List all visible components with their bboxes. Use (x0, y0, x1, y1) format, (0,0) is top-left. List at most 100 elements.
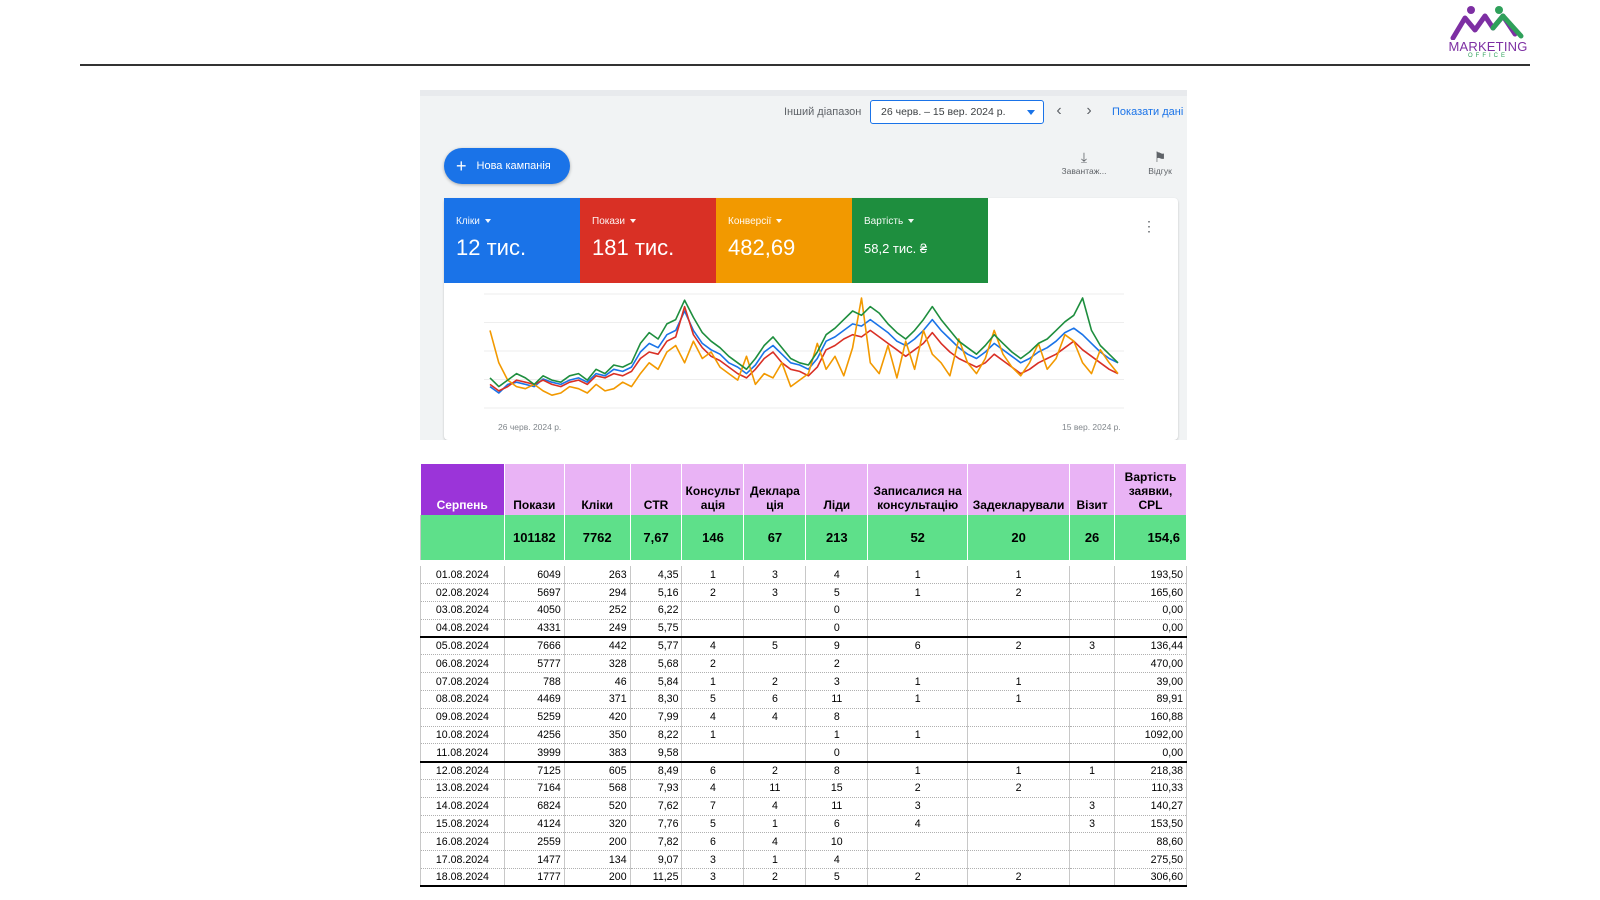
slide: MARKETING OFFICE Інший діапазон 26 черв.… (0, 0, 1600, 900)
totals-cell: 101182 (504, 515, 565, 561)
table-cell: 110,33 (1114, 779, 1187, 798)
table-row: 16.08.2024 2559 200 7,82 6 4 10 88,60 (420, 832, 1187, 852)
table-row: 08.08.2024 4469 371 8,30 5 6 11 1 1 89,91 (420, 690, 1187, 709)
table-cell: 5,75 (630, 619, 683, 638)
caret-down-icon (484, 219, 491, 224)
table-cell: 2 (681, 583, 745, 603)
col-header: Деклара ція (743, 464, 807, 515)
plus-icon: + (456, 156, 467, 176)
table-row: 11.08.2024 3999 383 9,58 0 0,00 (420, 743, 1187, 763)
table-cell (867, 743, 969, 763)
totals-cell: 7,67 (630, 515, 683, 561)
table-cell: 7 (681, 797, 745, 816)
new-campaign-label: Нова кампанія (476, 160, 551, 172)
table-cell: 165,60 (1114, 583, 1187, 603)
table-cell: 8 (805, 708, 869, 727)
table-cell: 1 (805, 726, 869, 745)
metric-clicks-value: 12 тис. (456, 235, 527, 260)
table-cell: 3 (867, 797, 969, 816)
download-button[interactable]: ⤓ Завантаж... (1056, 148, 1112, 176)
table-cell: 294 (564, 583, 631, 603)
table-cell: 350 (564, 726, 631, 745)
table-cell: 1 (867, 672, 969, 692)
table-cell: 8,49 (630, 760, 683, 781)
table-cell: 2559 (504, 832, 565, 852)
table-cell: 160,88 (1114, 708, 1187, 727)
table-row: 02.08.2024 5697 294 5,16 2 3 5 1 2 165,60 (420, 583, 1187, 603)
table-cell (1069, 726, 1116, 745)
table-cell: 8 (805, 760, 869, 781)
table-cell: 320 (564, 815, 631, 834)
table-cell (1069, 690, 1116, 709)
table-cell: 140,27 (1114, 797, 1187, 816)
table-row: 13.08.2024 7164 568 7,93 4 11 15 2 2 110,33 (420, 779, 1187, 798)
chevron-right-icon[interactable]: › (1080, 102, 1098, 120)
show-data-link[interactable]: Показати дані : (1112, 106, 1187, 118)
table-cell: 470,00 (1114, 654, 1187, 674)
month-header: Серпень (420, 464, 505, 515)
table-cell: 442 (564, 636, 631, 656)
table-cell: 1092,00 (1114, 726, 1187, 745)
table-cell: 1 (681, 726, 745, 745)
metric-impressions[interactable]: Покази 181 тис. (580, 198, 716, 283)
table-cell: 2 (967, 636, 1071, 656)
col-header: Ліди (805, 464, 869, 515)
table-cell: 2 (967, 868, 1071, 888)
table-cell: 0 (805, 743, 869, 763)
feedback-icon: ⚑ (1153, 149, 1167, 165)
caret-down-icon (1027, 110, 1035, 115)
table-cell: 9,07 (630, 850, 683, 870)
table-cell: 3 (1069, 797, 1116, 816)
table-cell (743, 743, 807, 763)
table-cell (967, 654, 1071, 674)
table-cell: 328 (564, 654, 631, 674)
table-cell: 7,76 (630, 815, 683, 834)
table-row: 18.08.2024 1777 200 11,25 3 2 5 2 2 306,60 (420, 868, 1187, 888)
caret-down-icon (776, 219, 783, 224)
table-cell: 3 (681, 850, 745, 870)
table-cell: 2 (967, 583, 1071, 603)
table-cell: 6 (681, 760, 745, 781)
metric-conversions[interactable]: Конверсії 482,69 (716, 198, 852, 283)
table-cell: 134 (564, 850, 631, 870)
table-cell: 4 (743, 797, 807, 816)
top-divider (80, 64, 1530, 66)
table-row: 05.08.2024 7666 442 5,77 4 5 9 6 2 3 136,44 (420, 636, 1187, 656)
table-cell: 5259 (504, 708, 565, 727)
date-cell: 06.08.2024 (420, 654, 505, 674)
date-cell: 04.08.2024 (420, 619, 505, 638)
table-cell: 0 (805, 619, 869, 638)
table-cell (867, 619, 969, 638)
table-cell: 5 (743, 636, 807, 656)
date-cell: 17.08.2024 (420, 850, 505, 870)
table-cell (681, 743, 745, 763)
google-ads-screenshot: Інший діапазон 26 черв. – 15 вер. 2024 р… (420, 90, 1187, 440)
metric-cost-label: Вартість (864, 216, 904, 227)
table-cell: 252 (564, 601, 631, 620)
table-cell: 15 (805, 779, 869, 798)
col-header: Покази (504, 464, 565, 515)
metric-clicks[interactable]: Кліки 12 тис. (444, 198, 580, 283)
new-campaign-button[interactable]: + Нова кампанія (444, 148, 570, 184)
table-cell: 2 (743, 760, 807, 781)
col-header: CTR (630, 464, 683, 515)
table-cell: 11 (805, 690, 869, 709)
table-cell (967, 601, 1071, 620)
metric-clicks-label: Кліки (456, 216, 480, 227)
table-cell: 3 (1069, 815, 1116, 834)
more-vert-icon[interactable]: ⋮ (1142, 218, 1156, 235)
chevron-left-icon[interactable]: ‹ (1050, 102, 1068, 120)
chart-series-line-0 (489, 310, 1119, 394)
col-header: Вартість заявки, CPL (1114, 464, 1187, 515)
date-range-select[interactable]: 26 черв. – 15 вер. 2024 р. (870, 100, 1044, 124)
table-cell: 520 (564, 797, 631, 816)
metric-cost[interactable]: Вартість 58,2 тис. ₴ (852, 198, 988, 283)
col-header: Записалися на консультацію (867, 464, 969, 515)
table-cell: 7164 (504, 779, 565, 798)
table-cell: 2 (681, 654, 745, 674)
table-cell: 10 (805, 832, 869, 852)
table-cell: 6 (743, 690, 807, 709)
marketing-office-logo: MARKETING OFFICE (1440, 4, 1536, 66)
feedback-label: Відгук (1148, 166, 1172, 176)
feedback-button[interactable]: ⚑ Відгук (1132, 148, 1187, 176)
